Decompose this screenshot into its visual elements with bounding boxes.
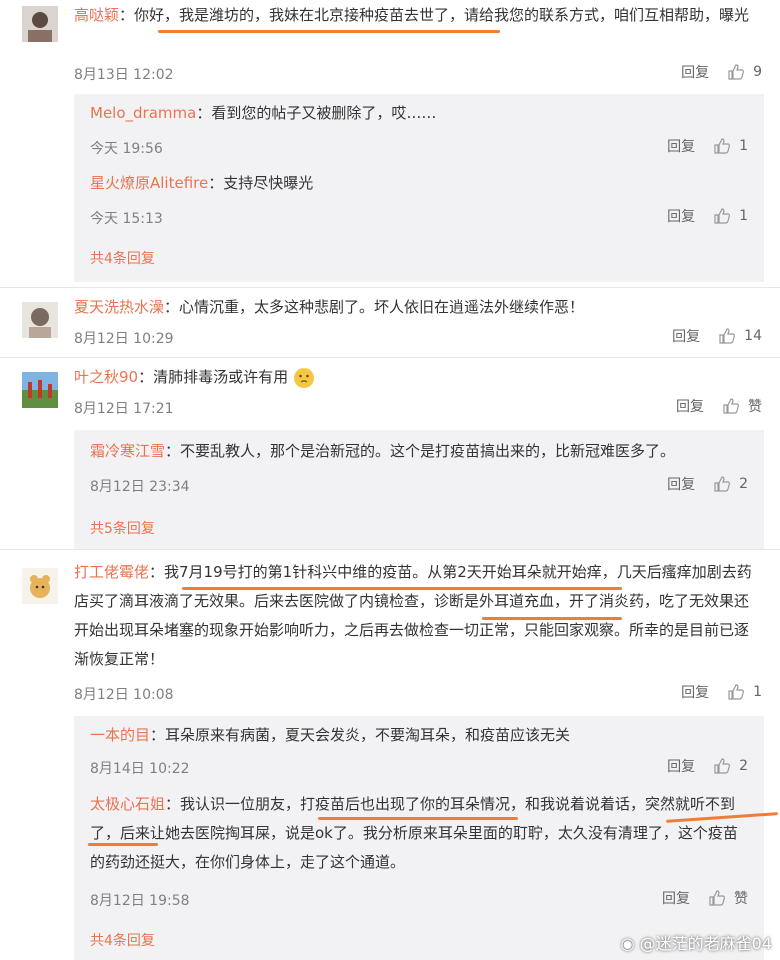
- weibo-logo-icon: ◉: [620, 934, 635, 953]
- reply-body: ：支持尽快曝光: [208, 174, 314, 192]
- comment-date: 8月13日 12:02: [74, 67, 174, 83]
- watermark-text: @迷茫的老麻雀04: [639, 934, 772, 953]
- reply-button[interactable]: 回复: [667, 756, 695, 776]
- reply-button[interactable]: 回复: [681, 62, 709, 82]
- comment-date: 8月12日 17:21: [74, 401, 174, 417]
- reply-item: Melo_dramma：看到您的帖子又被删除了，哎…… 今天 19:56 回复 …: [90, 100, 748, 170]
- username-link[interactable]: Melo_dramma: [90, 104, 196, 122]
- thumbs-up-icon[interactable]: [708, 889, 726, 907]
- like-count: 2: [739, 476, 748, 492]
- like-count: 9: [753, 64, 762, 80]
- avatar[interactable]: [22, 372, 58, 408]
- thumbs-up-icon[interactable]: [713, 757, 731, 775]
- reply-body: ：我认识一位朋友，打疫苗后也出现了你的耳朵情况，和我说着说着话，突然就听不到了，…: [90, 795, 738, 871]
- reply-item: 星火燎原Alitefire：支持尽快曝光 今天 15:13 回复 1: [90, 170, 748, 240]
- highlight-underline: [158, 30, 500, 33]
- username-link[interactable]: 一本的目: [90, 726, 150, 744]
- like-count: 赞: [734, 891, 748, 907]
- username-link[interactable]: 打工佬霉佬: [74, 563, 149, 581]
- reply-body: ：看到您的帖子又被删除了，哎……: [196, 104, 437, 122]
- divider: [0, 287, 780, 288]
- avatar[interactable]: [22, 302, 58, 338]
- more-replies-link[interactable]: 共5条回复: [90, 518, 155, 538]
- username-link[interactable]: 夏天洗热水澡: [74, 298, 164, 316]
- reply-date: 今天 19:56: [90, 141, 163, 157]
- reply-date: 今天 15:13: [90, 211, 163, 227]
- reply-box: Melo_dramma：看到您的帖子又被删除了，哎…… 今天 19:56 回复 …: [74, 94, 764, 282]
- reply-button[interactable]: 回复: [667, 474, 695, 494]
- reply-button[interactable]: 回复: [667, 136, 695, 156]
- thumbs-up-icon[interactable]: [713, 137, 731, 155]
- username-link[interactable]: 高哒颖: [74, 6, 119, 24]
- reply-date: 8月12日 19:58: [90, 893, 190, 909]
- more-replies-link[interactable]: 共4条回复: [90, 248, 155, 268]
- comment-date: 8月12日 10:29: [74, 331, 174, 347]
- reply-date: 8月12日 23:34: [90, 479, 190, 495]
- reply-item: 一本的目：耳朵原来有病菌，夏天会发炎，不要淘耳朵，和疫苗应该无关 8月14日 1…: [90, 722, 748, 784]
- highlight-underline: [318, 817, 518, 820]
- comment-body: ：清肺排毒汤或许有用: [138, 368, 289, 386]
- like-count: 1: [739, 208, 748, 224]
- reply-box: 霜冷寒江雪：不要乱教人，那个是治新冠的。这个是打疫苗搞出来的，比新冠难医多了。 …: [74, 430, 764, 550]
- reply-body: ：不要乱教人，那个是治新冠的。这个是打疫苗搞出来的，比新冠难医多了。: [165, 442, 676, 460]
- more-replies-link[interactable]: 共4条回复: [90, 930, 155, 950]
- avatar[interactable]: [22, 568, 58, 604]
- divider: [0, 357, 780, 358]
- highlight-underline: [88, 843, 158, 846]
- highlight-underline: [182, 587, 622, 590]
- emoji-icon: [293, 367, 315, 389]
- reply-box: 一本的目：耳朵原来有病菌，夏天会发炎，不要淘耳朵，和疫苗应该无关 8月14日 1…: [74, 716, 764, 960]
- thumbs-up-icon[interactable]: [727, 683, 745, 701]
- reply-date: 8月14日 10:22: [90, 761, 190, 777]
- reply-button[interactable]: 回复: [681, 682, 709, 702]
- thumbs-up-icon[interactable]: [727, 63, 745, 81]
- divider: [0, 549, 780, 550]
- thumbs-up-icon[interactable]: [722, 397, 740, 415]
- watermark: ◉ @迷茫的老麻雀04: [621, 930, 772, 954]
- comment-date: 8月12日 10:08: [74, 687, 174, 703]
- comment-body: ：我7月19号打的第1针科兴中维的疫苗。从第2天开始耳朵就开始痒，几天后瘙痒加剧…: [74, 563, 752, 668]
- reply-item: 霜冷寒江雪：不要乱教人，那个是治新冠的。这个是打疫苗搞出来的，比新冠难医多了。 …: [90, 438, 748, 508]
- reply-button[interactable]: 回复: [676, 396, 704, 416]
- reply-button[interactable]: 回复: [672, 326, 700, 346]
- thumbs-up-icon[interactable]: [713, 207, 731, 225]
- highlight-underline: [482, 617, 622, 620]
- like-count: 1: [739, 138, 748, 154]
- comment-body: ：你好，我是潍坊的，我妹在北京接种疫苗去世了，请给我您的联系方式，咱们互相帮助，…: [119, 6, 750, 24]
- avatar[interactable]: [22, 6, 58, 42]
- reply-item: 太极心石姐：我认识一位朋友，打疫苗后也出现了你的耳朵情况，和我说着说着话，突然就…: [90, 790, 748, 920]
- thumbs-up-icon[interactable]: [713, 475, 731, 493]
- username-link[interactable]: 霜冷寒江雪: [90, 442, 165, 460]
- username-link[interactable]: 叶之秋90: [74, 368, 138, 386]
- comment-body: ：心情沉重，太多这种悲剧了。坏人依旧在逍遥法外继续作恶！: [164, 298, 585, 316]
- reply-body: ：耳朵原来有病菌，夏天会发炎，不要淘耳朵，和疫苗应该无关: [150, 726, 571, 744]
- like-count: 2: [739, 758, 748, 774]
- comment-text: 高哒颖：你好，我是潍坊的，我妹在北京接种疫苗去世了，请给我您的联系方式，咱们互相…: [74, 2, 760, 29]
- like-count: 赞: [748, 399, 762, 415]
- username-link[interactable]: 太极心石姐: [90, 795, 165, 813]
- reply-button[interactable]: 回复: [667, 206, 695, 226]
- username-link[interactable]: 星火燎原Alitefire: [90, 174, 208, 192]
- like-count: 14: [744, 328, 762, 344]
- reply-button[interactable]: 回复: [662, 888, 690, 908]
- like-count: 1: [753, 684, 762, 700]
- thumbs-up-icon[interactable]: [718, 327, 736, 345]
